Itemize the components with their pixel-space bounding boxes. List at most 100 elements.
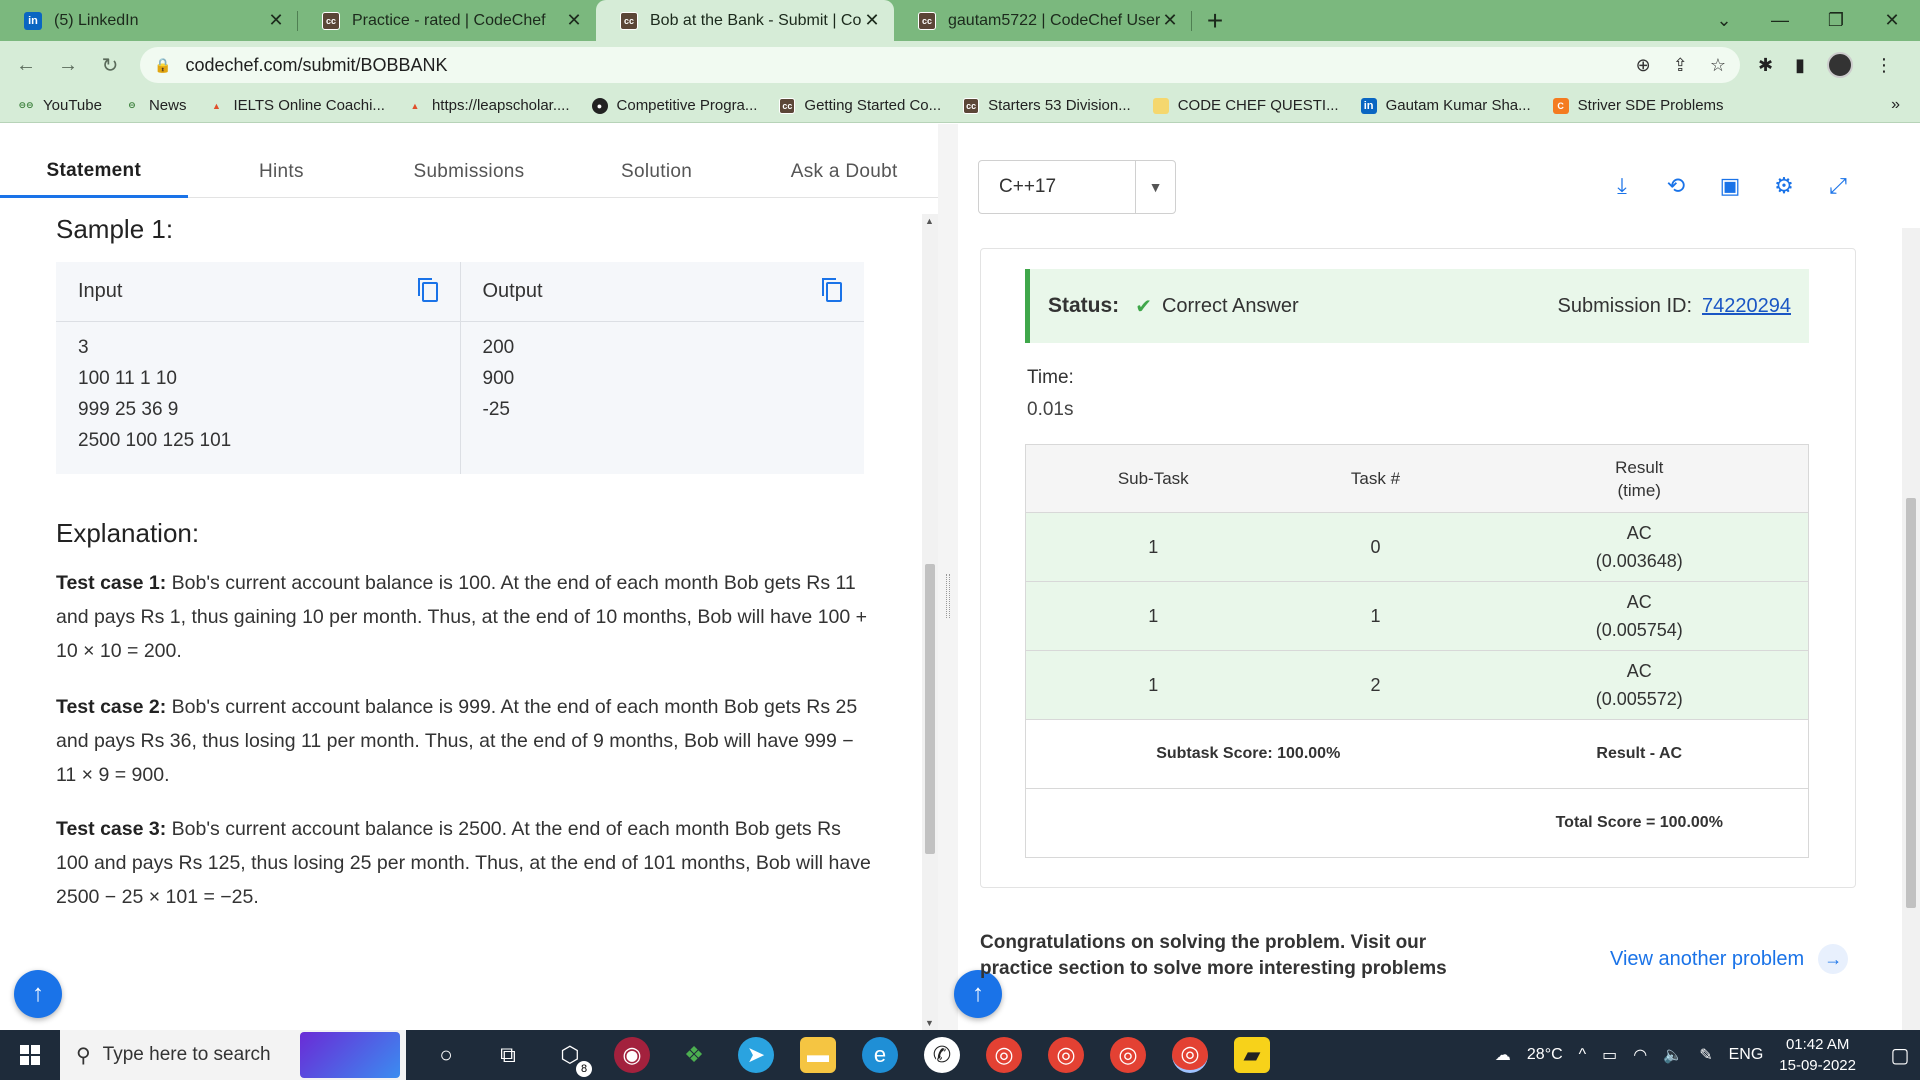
app-icon[interactable]: ◉ — [614, 1037, 650, 1073]
restore-button[interactable]: ❐ — [1808, 0, 1864, 41]
subtask-table: Sub-Task Task # Result (time) 1 0 AC (0.0… — [1025, 444, 1809, 858]
volume-icon[interactable]: 🔈 — [1663, 1045, 1683, 1065]
avatar[interactable] — [1827, 52, 1853, 78]
download-icon[interactable]: ⤓ — [1608, 172, 1636, 200]
explanation-title: Explanation: — [56, 518, 200, 548]
taskbar-search[interactable]: ⚲ Type here to search — [60, 1030, 406, 1080]
clock[interactable]: 01:42 AM 15-09-2022 — [1779, 1034, 1856, 1076]
submission-id-link[interactable]: 74220294 — [1702, 295, 1791, 318]
start-button[interactable] — [0, 1030, 60, 1080]
striver-icon: C — [1552, 97, 1569, 114]
copy-icon[interactable] — [417, 277, 438, 302]
chrome-icon[interactable]: ◎ — [986, 1037, 1022, 1073]
close-window-button[interactable]: ✕ — [1864, 0, 1920, 41]
pane-resizer[interactable] — [938, 124, 958, 1030]
input-label: Input — [78, 280, 123, 302]
bookmarks-bar: ⊖⊖ YouTube ⊖ News ▲ IELTS Online Coachi... … — [0, 89, 1920, 123]
app-icon[interactable]: ❖ — [676, 1037, 712, 1073]
subtask-score: Subtask Score: 100.00% — [1025, 719, 1471, 789]
codechef-icon: cc — [963, 97, 980, 114]
chevron-up-icon[interactable]: ^ — [1579, 1046, 1587, 1064]
fullscreen-icon[interactable]: ⤢ — [1824, 172, 1852, 200]
sticky-notes-icon[interactable]: ▰ — [1234, 1037, 1270, 1073]
close-icon[interactable]: ✕ — [1160, 10, 1180, 31]
language-select[interactable]: C++17 ▼ — [978, 160, 1176, 214]
wifi-icon[interactable]: ◠ — [1633, 1045, 1647, 1065]
save-icon[interactable]: ▣ — [1716, 172, 1744, 200]
browser-tab-strip: in (5) LinkedIn ✕ cc Practice - rated | … — [0, 0, 1920, 41]
browser-tab[interactable]: cc Practice - rated | CodeChef ✕ — [298, 0, 596, 41]
bookmark-item[interactable]: ⊖ News — [124, 97, 186, 114]
search-placeholder: Type here to search — [102, 1044, 271, 1065]
lock-icon[interactable]: 🔒 — [154, 57, 171, 74]
weather-icon[interactable]: ☁ — [1495, 1045, 1511, 1065]
bookmark-item[interactable]: ▲ https://leapscholar.... — [407, 97, 569, 114]
file-explorer-icon[interactable]: ▬ — [800, 1037, 836, 1073]
extensions-icon[interactable]: ✱ — [1758, 55, 1773, 76]
settings-app-icon[interactable]: ⬡ 8 — [552, 1037, 592, 1077]
scrollbar-thumb[interactable] — [1906, 498, 1916, 908]
bookmark-item[interactable]: ▲ IELTS Online Coachi... — [208, 97, 385, 114]
chevron-down-icon[interactable]: ⌄ — [1696, 0, 1752, 41]
side-panel-icon[interactable]: ▮ — [1795, 55, 1805, 76]
battery-icon[interactable]: ▭ — [1602, 1045, 1617, 1065]
bookmark-item[interactable]: ● Competitive Progra... — [591, 97, 757, 114]
tab-submissions[interactable]: Submissions — [375, 146, 563, 198]
tab-statement[interactable]: Statement — [0, 146, 188, 198]
pen-icon[interactable]: ✎ — [1699, 1045, 1712, 1065]
bookmark-item[interactable]: CODE CHEF QUESTI... — [1152, 97, 1339, 114]
language-indicator[interactable]: ENG — [1729, 1046, 1764, 1064]
drag-handle-icon[interactable] — [946, 574, 950, 618]
reset-icon[interactable]: ⟲ — [1662, 172, 1690, 200]
statement-scrollbar[interactable]: ▲ ▼ — [922, 214, 938, 1030]
chrome-icon[interactable]: ◎ — [1110, 1037, 1146, 1073]
bookmark-item[interactable]: in Gautam Kumar Sha... — [1360, 97, 1531, 114]
menu-icon[interactable]: ⋮ — [1875, 55, 1893, 76]
star-icon[interactable]: ☆ — [1710, 55, 1726, 76]
minimize-button[interactable]: — — [1752, 0, 1808, 41]
cortana-icon[interactable]: ○ — [428, 1037, 464, 1073]
browser-tab[interactable]: cc gautam5722 | CodeChef User Pro ✕ — [894, 0, 1192, 41]
congrats-message: Congratulations on solving the problem. … — [980, 932, 1447, 979]
search-highlight-image[interactable] — [300, 1032, 400, 1078]
address-bar: ← → ↻ 🔒 codechef.com/submit/BOBBANK ⊕ ⇪ … — [0, 41, 1920, 89]
temperature[interactable]: 28°C — [1527, 1046, 1563, 1064]
bookmark-item[interactable]: C Striver SDE Problems — [1552, 97, 1724, 114]
bookmark-item[interactable]: cc Starters 53 Division... — [963, 97, 1131, 114]
close-icon[interactable]: ✕ — [564, 10, 584, 31]
copy-icon[interactable] — [822, 277, 842, 302]
back-button[interactable]: ← — [10, 49, 42, 81]
task-view-icon[interactable]: ⧉ — [490, 1037, 526, 1073]
notification-icon[interactable]: ▢ — [1880, 1030, 1920, 1080]
chrome-icon[interactable]: ◎ — [1048, 1037, 1084, 1073]
edge-icon[interactable]: e — [862, 1037, 898, 1073]
bookmark-item[interactable]: cc Getting Started Co... — [779, 97, 941, 114]
close-icon[interactable]: ✕ — [266, 10, 286, 31]
tab-ask-doubt[interactable]: Ask a Doubt — [750, 146, 938, 198]
forward-button[interactable]: → — [52, 49, 84, 81]
tab-solution[interactable]: Solution — [563, 146, 751, 198]
clock-date: 15-09-2022 — [1779, 1057, 1856, 1074]
telegram-icon[interactable]: ➤ — [738, 1037, 774, 1073]
browser-tab[interactable]: in (5) LinkedIn ✕ — [0, 0, 298, 41]
bookmarks-overflow-button[interactable]: » — [1891, 96, 1900, 114]
view-another-problem-link[interactable]: View another problem → — [1610, 944, 1849, 974]
tab-hints[interactable]: Hints — [188, 146, 376, 198]
chevron-down-icon[interactable]: ▼ — [1135, 161, 1175, 213]
scroll-top-button[interactable]: ↑ — [14, 970, 62, 1018]
close-icon[interactable]: ✕ — [862, 10, 882, 31]
time-value: 0.01s — [1027, 399, 1074, 420]
url-field[interactable]: 🔒 codechef.com/submit/BOBBANK ⊕ ⇪ ☆ — [140, 47, 1740, 83]
scrollbar-thumb[interactable] — [925, 564, 935, 854]
share-icon[interactable]: ⇪ — [1673, 55, 1688, 76]
reload-button[interactable]: ↻ — [94, 49, 126, 81]
gear-icon[interactable]: ⚙ — [1770, 172, 1798, 200]
new-tab-button[interactable]: + — [1192, 0, 1238, 41]
chrome-icon[interactable]: ◎ — [1172, 1037, 1208, 1073]
whatsapp-icon[interactable]: ✆ — [924, 1037, 960, 1073]
zoom-icon[interactable]: ⊕ — [1636, 55, 1651, 76]
browser-tab-active[interactable]: cc Bob at the Bank - Submit | CodeC ✕ — [596, 0, 894, 41]
result-scrollbar[interactable] — [1902, 228, 1920, 1030]
bookmark-item[interactable]: ⊖⊖ YouTube — [18, 97, 102, 114]
system-tray: ☁ 28°C ^ ▭ ◠ 🔈 ✎ ENG 01:42 AM 15-09-2022… — [1495, 1030, 1920, 1080]
